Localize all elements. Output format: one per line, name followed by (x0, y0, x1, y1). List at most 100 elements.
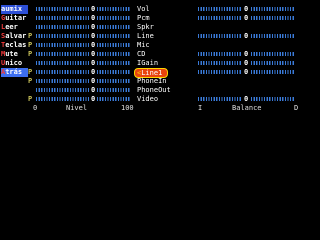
level-bar-right[interactable] (97, 79, 131, 83)
level-value: 0 (91, 95, 96, 103)
channel-label-line[interactable]: Line (137, 32, 192, 41)
channel-label-video[interactable]: Video (137, 95, 192, 104)
level-bar-right[interactable] (97, 97, 131, 101)
channel-label-pcm[interactable]: Pcm (137, 14, 192, 23)
menu-item-label: alvar (5, 32, 27, 40)
balance-bar-right[interactable] (251, 70, 295, 74)
level-value: 0 (91, 23, 96, 31)
level-bar-line[interactable] (36, 34, 90, 38)
channel-label-phonein[interactable]: PhoneIn (137, 77, 192, 86)
mixer-terminal: aumix Guitar Leer Salvar Teclas Mute Unico Atrá… (0, 0, 320, 210)
level-value: 0 (91, 32, 96, 40)
record-marker[interactable]: P (28, 95, 34, 104)
channel-label-mic[interactable]: Mic (137, 41, 192, 50)
menu-item-label: eer (5, 23, 18, 31)
channel-label-phoneout[interactable]: PhoneOut (137, 86, 192, 95)
channel-name: IGain (137, 59, 159, 67)
balance-value: 0 (244, 95, 249, 103)
menu-item-guitar[interactable]: Guitar (1, 14, 28, 23)
menu-item-label: uitar (5, 14, 27, 22)
channel-name: Vol (137, 5, 150, 13)
level-bar-cd[interactable] (36, 52, 90, 56)
menu-item-unico[interactable]: Unico (1, 59, 28, 68)
level-scale-min: 0 (33, 104, 38, 112)
channel-name: Mic (137, 41, 150, 49)
balance-bar-left[interactable] (198, 7, 242, 11)
level-bar-right[interactable] (97, 70, 131, 74)
channel-label-spkr[interactable]: Spkr (137, 23, 192, 32)
balance-bar-left[interactable] (198, 34, 242, 38)
record-marker[interactable]: P (28, 77, 34, 86)
record-marker[interactable]: P (28, 68, 34, 77)
balance-scale-left: I (198, 104, 203, 112)
level-bar-line1[interactable] (36, 70, 90, 74)
level-scale-label: Nivel (66, 104, 88, 112)
channel-name: Line1 (141, 69, 163, 77)
balance-scale-label: Balance (232, 104, 262, 112)
level-bar-spkr[interactable] (36, 25, 90, 29)
balance-bar-right[interactable] (251, 61, 295, 65)
balance-bar-right[interactable] (251, 52, 295, 56)
balance-value: 0 (244, 50, 249, 58)
level-bar-phoneout[interactable] (36, 88, 90, 92)
level-bar-right[interactable] (97, 52, 131, 56)
level-bar-vol[interactable] (36, 7, 90, 11)
menu-item-label: nico (5, 59, 23, 67)
balance-value: 0 (244, 59, 249, 67)
menu-item-atrás[interactable]: Atrás (1, 68, 28, 77)
level-bar-right[interactable] (97, 25, 131, 29)
level-value: 0 (91, 77, 96, 85)
balance-value: 0 (244, 68, 249, 76)
level-bar-right[interactable] (97, 16, 131, 20)
balance-value: 0 (244, 32, 249, 40)
level-bar-video[interactable] (36, 97, 90, 101)
level-value: 0 (91, 14, 96, 22)
balance-bar-left[interactable] (198, 16, 242, 20)
balance-value: 0 (244, 14, 249, 22)
channel-label-igain[interactable]: IGain (137, 59, 192, 68)
balance-value: 0 (244, 5, 249, 13)
record-marker[interactable]: P (28, 50, 34, 59)
channel-name: Spkr (137, 23, 154, 31)
record-marker[interactable]: P (28, 41, 34, 50)
menu-item-label: trás (5, 68, 23, 76)
level-bar-phonein[interactable] (36, 79, 90, 83)
balance-scale-right: D (294, 104, 299, 112)
menu-item-salvar[interactable]: Salvar (1, 32, 28, 41)
level-value: 0 (91, 86, 96, 94)
menu-item-mute[interactable]: Mute (1, 50, 28, 59)
balance-bar-left[interactable] (198, 52, 242, 56)
balance-bar-right[interactable] (251, 16, 295, 20)
menu-item-teclas[interactable]: Teclas (1, 41, 28, 50)
level-bar-pcm[interactable] (36, 16, 90, 20)
channel-name: Pcm (137, 14, 150, 22)
balance-bar-left[interactable] (198, 97, 242, 101)
level-value: 0 (91, 5, 96, 13)
level-value: 0 (91, 59, 96, 67)
channel-label-vol[interactable]: Vol (137, 5, 192, 14)
menu-item-leer[interactable]: Leer (1, 23, 28, 32)
balance-bar-left[interactable] (198, 61, 242, 65)
balance-bar-left[interactable] (198, 70, 242, 74)
balance-bar-right[interactable] (251, 34, 295, 38)
level-value: 0 (91, 41, 96, 49)
level-bar-mic[interactable] (36, 43, 90, 47)
channel-name: CD (137, 50, 146, 58)
record-marker[interactable]: P (28, 32, 34, 41)
channel-name: PhoneIn (137, 77, 167, 85)
menu-item-label: eclas (5, 41, 27, 49)
channel-name: PhoneOut (137, 86, 171, 94)
menu-item-label: ute (5, 50, 18, 58)
menu-item-aumix[interactable]: aumix (1, 5, 28, 14)
balance-bar-right[interactable] (251, 97, 295, 101)
level-bar-right[interactable] (97, 88, 131, 92)
menu-item-label: aumix (1, 5, 23, 13)
level-bar-right[interactable] (97, 34, 131, 38)
level-bar-right[interactable] (97, 43, 131, 47)
channel-label-cd[interactable]: CD (137, 50, 192, 59)
level-bar-igain[interactable] (36, 61, 90, 65)
level-bar-right[interactable] (97, 7, 131, 11)
level-value: 0 (91, 50, 96, 58)
balance-bar-right[interactable] (251, 7, 295, 11)
level-bar-right[interactable] (97, 61, 131, 65)
